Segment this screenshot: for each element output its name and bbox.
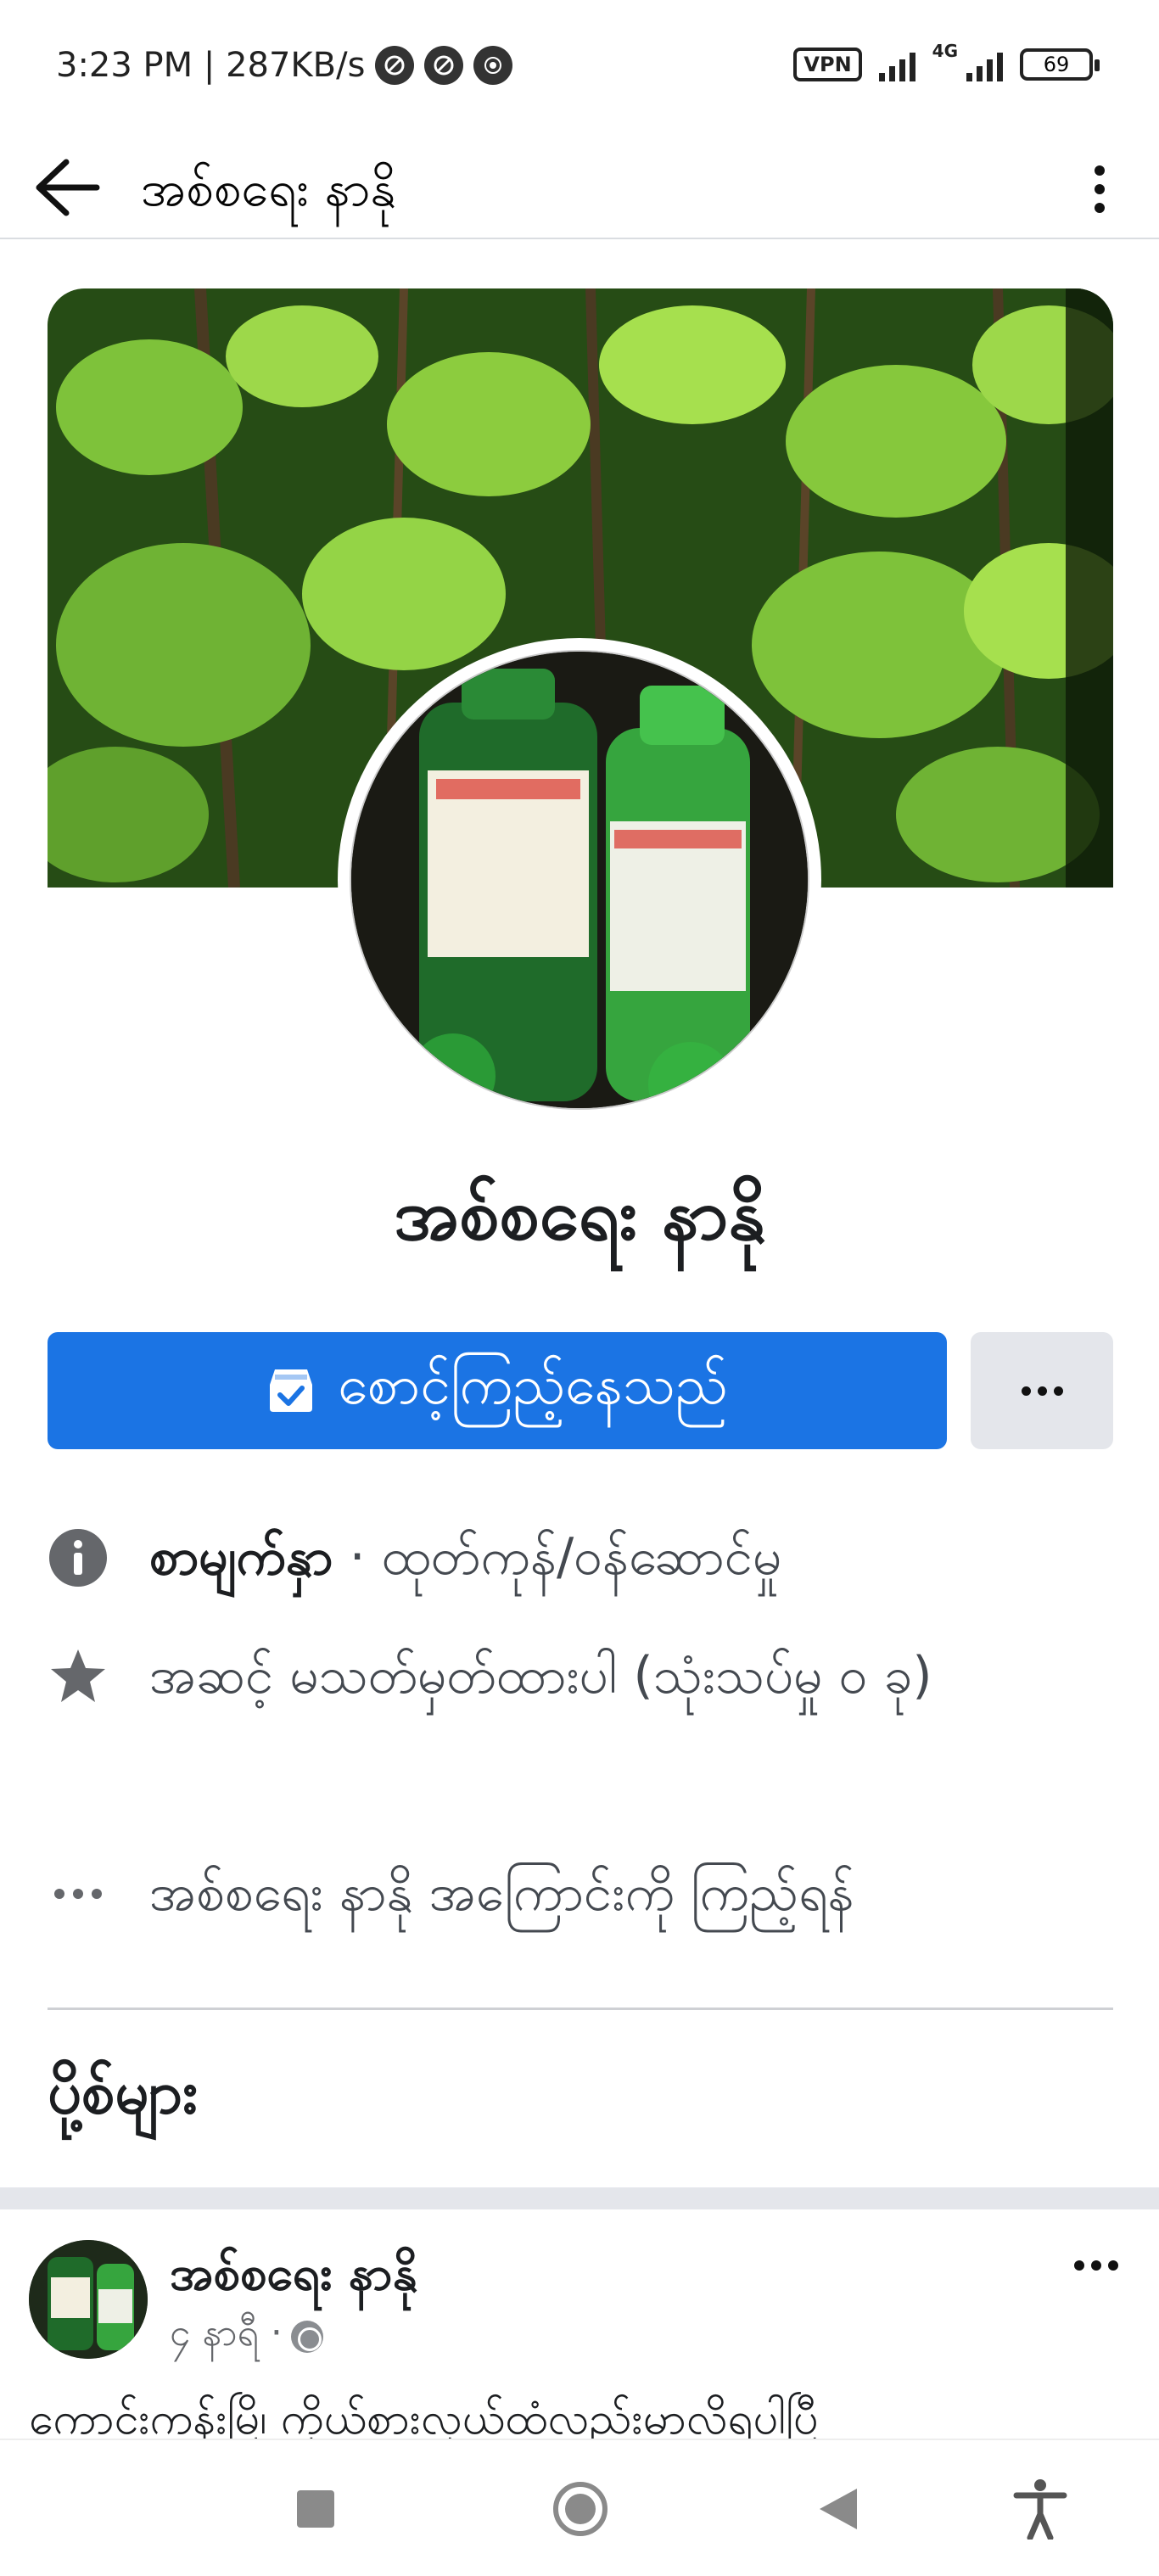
ellipsis-icon <box>48 1863 109 1924</box>
inbox-check-icon <box>270 1369 313 1412</box>
category-text: စာမျက်နှာ · ထုတ်ကုန်/ဝန်ဆောင်မှု <box>149 1527 781 1588</box>
category-row: စာမျက်နှာ · ထုတ်ကုန်/ဝန်ဆောင်မှု <box>48 1527 1117 1588</box>
status-bar: 3:23 PM | 287KB/s VPN 4G 69 <box>0 0 1159 136</box>
wifi-signal-icon <box>878 48 915 81</box>
accessibility-button[interactable] <box>972 2440 1108 2576</box>
category-type: စာမျက်နှာ <box>149 1527 333 1587</box>
recents-button[interactable] <box>248 2440 384 2576</box>
about-row[interactable]: အစ်စရေး နာနို အကြောင်းကို ကြည့်ရန် <box>48 1863 1117 1924</box>
status-right: VPN 4G 69 <box>793 41 1100 81</box>
post-time: ၄ နာရီ · <box>170 2311 283 2355</box>
info-icon <box>48 1527 109 1588</box>
battery-icon: 69 <box>1020 48 1100 81</box>
app-notification-icon <box>473 46 513 85</box>
arrow-left-icon <box>36 159 100 216</box>
post-author-avatar[interactable] <box>29 2240 148 2359</box>
star-icon <box>48 1646 109 1707</box>
profile-picture[interactable] <box>338 638 821 1122</box>
profile-image <box>350 650 809 1110</box>
rating-text: အဆင့် မသတ်မှတ်ထားပါ (သုံးသပ်မှု ၀ ခု) <box>149 1646 932 1705</box>
vpn-badge: VPN <box>793 48 862 81</box>
section-separator <box>0 2187 1159 2209</box>
globe-icon <box>290 2321 323 2353</box>
network-type: 4G <box>932 41 958 61</box>
page-title: အစ်စရေး နာနို <box>141 160 396 217</box>
ellipsis-icon <box>1021 1386 1031 1396</box>
category-detail: · ထုတ်ကုန်/ဝန်ဆောင်မှု <box>333 1527 782 1587</box>
square-icon <box>297 2490 334 2528</box>
notification-icon <box>424 46 464 85</box>
more-vertical-icon <box>1095 165 1105 176</box>
more-actions-button[interactable] <box>971 1332 1113 1449</box>
following-button[interactable]: စောင့်ကြည့်နေသည် <box>48 1332 947 1449</box>
cellular-signal-icon <box>966 48 1003 81</box>
post-author-name[interactable]: အစ်စရေး နာနို <box>170 2243 417 2313</box>
post-meta: ၄ နာရီ · <box>170 2310 323 2364</box>
more-options-button[interactable] <box>1074 151 1125 227</box>
home-button[interactable] <box>512 2440 648 2576</box>
home-circle-icon <box>553 2482 607 2536</box>
battery-level: 69 <box>1043 53 1070 76</box>
back-button[interactable] <box>34 158 102 217</box>
status-time-speed: 3:23 PM | 287KB/s <box>56 46 366 85</box>
app-bar: အစ်စရေး နာနို <box>0 136 1159 239</box>
back-nav-button[interactable] <box>770 2440 906 2576</box>
rating-row: အဆင့် မသတ်မှတ်ထားပါ (သုံးသပ်မှု ၀ ခု) <box>48 1646 1117 1707</box>
following-label: စောင့်ကြည့်နေသည် <box>338 1354 728 1417</box>
accessibility-icon <box>1013 2479 1067 2540</box>
post-options-button[interactable] <box>1074 2260 1118 2271</box>
triangle-back-icon <box>820 2489 857 2529</box>
divider <box>48 2008 1113 2010</box>
status-left: 3:23 PM | 287KB/s <box>56 46 513 85</box>
posts-heading: ပို့စ်များ <box>48 2058 198 2127</box>
about-link[interactable]: အစ်စရေး နာနို အကြောင်းကို ကြည့်ရန် <box>149 1863 854 1924</box>
system-nav-bar <box>0 2439 1159 2576</box>
notification-icon <box>375 46 415 85</box>
page-name: အစ်စရေး နာနို <box>394 1173 765 1256</box>
